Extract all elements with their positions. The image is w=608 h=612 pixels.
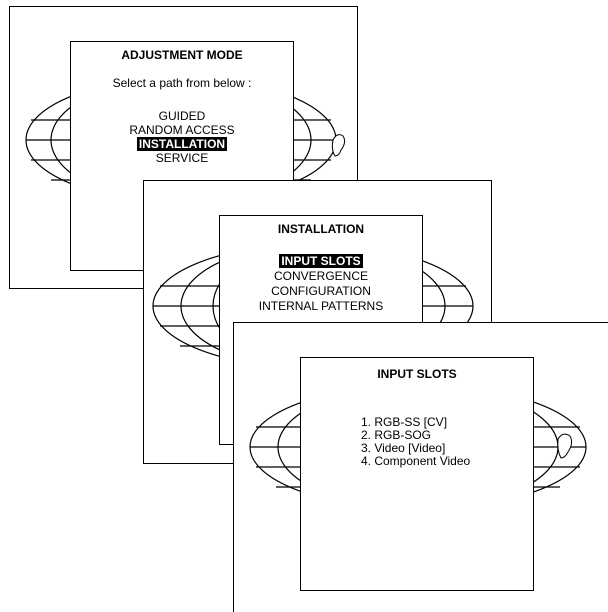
prompt-text: Select a path from below : bbox=[112, 76, 252, 90]
menu-item-guided[interactable]: GUIDED bbox=[71, 109, 293, 123]
menu-item-installation[interactable]: INSTALLATION bbox=[71, 137, 293, 151]
menu-item-convergence[interactable]: CONVERGENCE bbox=[220, 269, 422, 283]
menu-item-service[interactable]: SERVICE bbox=[71, 151, 293, 165]
menu-item-configuration[interactable]: CONFIGURATION bbox=[220, 284, 422, 298]
menu-item-input-slots[interactable]: INPUT SLOTS bbox=[220, 254, 422, 268]
menu-item-internal-patterns[interactable]: INTERNAL PATTERNS bbox=[220, 299, 422, 313]
hand-icon bbox=[557, 433, 573, 459]
menu-item-random-access[interactable]: RANDOM ACCESS bbox=[71, 123, 293, 137]
input-slot-4[interactable]: 4. Component Video bbox=[361, 455, 470, 468]
menu-title: INPUT SLOTS bbox=[377, 367, 457, 381]
input-slots-screen: INPUT SLOTS 1. RGB-SS [CV] 2. RGB-SOG 3.… bbox=[233, 322, 608, 612]
input-slots-menu: INPUT SLOTS 1. RGB-SS [CV] 2. RGB-SOG 3.… bbox=[300, 357, 534, 591]
menu-title: ADJUSTMENT MODE bbox=[121, 48, 243, 62]
input-slot-list: 1. RGB-SS [CV] 2. RGB-SOG 3. Video [Vide… bbox=[361, 416, 470, 468]
menu-title: INSTALLATION bbox=[277, 222, 365, 236]
hand-icon bbox=[331, 134, 346, 157]
